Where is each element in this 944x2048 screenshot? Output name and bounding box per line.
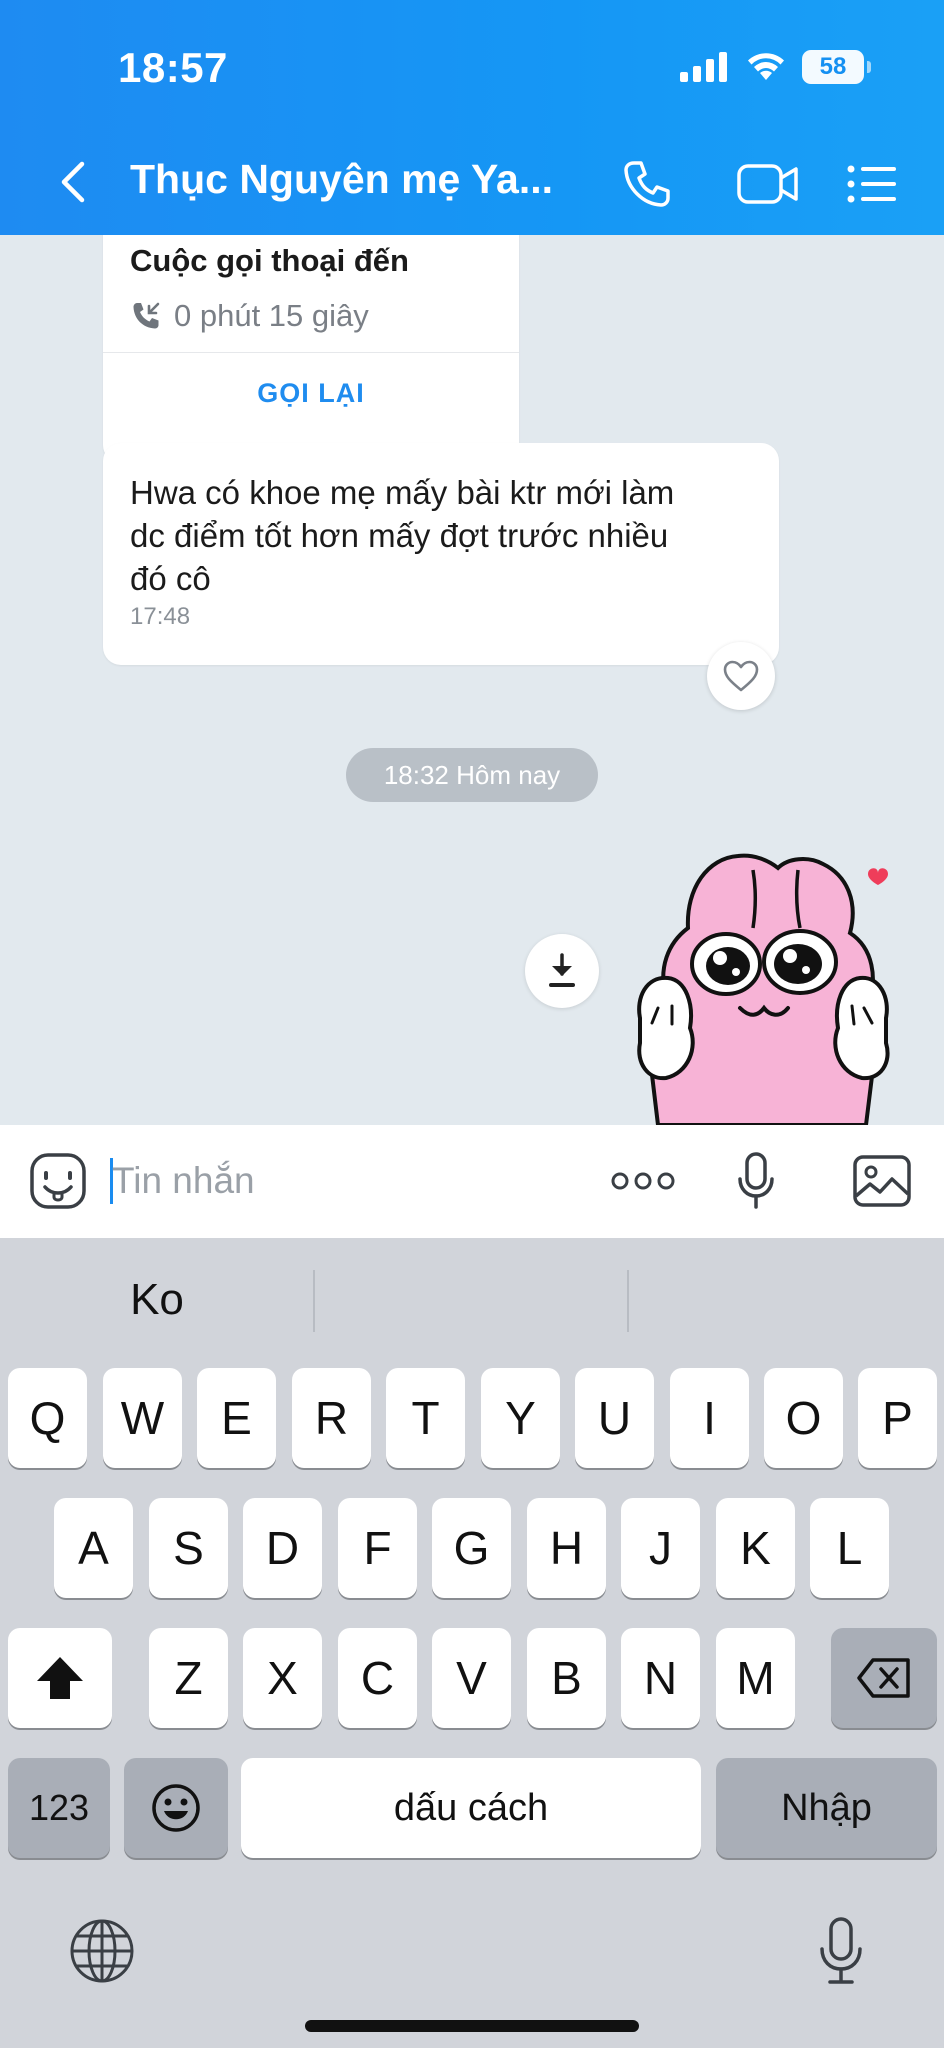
key-w[interactable]: W [103, 1368, 182, 1468]
key-g[interactable]: G [432, 1498, 511, 1598]
back-chevron-icon [61, 161, 85, 203]
key-a[interactable]: A [54, 1498, 133, 1598]
suggestion-item[interactable] [315, 1268, 628, 1332]
chat-title[interactable]: Thục Nguyên mẹ Ya... [130, 156, 553, 203]
globe-button[interactable] [66, 1915, 138, 1987]
video-call-button[interactable] [726, 152, 810, 216]
message-text: Hwa có khoe mẹ mấy bài ktr mới làm dc đi… [130, 471, 750, 600]
status-icons: 58 [680, 50, 871, 84]
key-x[interactable]: X [243, 1628, 322, 1728]
backspace-key[interactable] [831, 1628, 937, 1728]
emoji-keyboard-key[interactable] [124, 1758, 228, 1858]
incoming-call-card: Cuộc gọi thoại đến 0 phút 15 giây GỌI LẠ… [103, 235, 519, 463]
key-z[interactable]: Z [149, 1628, 228, 1728]
call-duration: 0 phút 15 giây [174, 298, 369, 333]
message-input-bar [0, 1125, 944, 1238]
image-icon [853, 1155, 911, 1207]
shift-icon [37, 1657, 83, 1699]
dictation-button[interactable] [806, 1910, 876, 1992]
more-options-button[interactable] [608, 1149, 678, 1213]
message-line: Hwa có khoe mẹ mấy bài ktr mới làm [130, 474, 675, 511]
key-e[interactable]: E [197, 1368, 276, 1468]
chat-options-button[interactable] [840, 152, 904, 216]
key-r[interactable]: R [292, 1368, 371, 1468]
key-s[interactable]: S [149, 1498, 228, 1598]
chat-header: 18:57 58 Thục Nguyên mẹ Ya... [0, 0, 944, 235]
key-t[interactable]: T [386, 1368, 465, 1468]
suggestion-bar: Ko [0, 1238, 944, 1366]
microphone-icon [738, 1152, 774, 1209]
key-j[interactable]: J [621, 1498, 700, 1598]
key-d[interactable]: D [243, 1498, 322, 1598]
key-p[interactable]: P [858, 1368, 937, 1468]
chat-messages[interactable]: Cuộc gọi thoại đến 0 phút 15 giây GỌI LẠ… [0, 235, 944, 1125]
shift-key[interactable] [8, 1628, 112, 1728]
phone-icon [624, 161, 670, 207]
react-button[interactable] [707, 642, 775, 710]
voice-message-button[interactable] [724, 1149, 788, 1213]
download-sticker-button[interactable] [525, 934, 599, 1008]
message-line: đó cô [130, 560, 211, 597]
emoji-button[interactable] [26, 1149, 90, 1213]
heart-icon [723, 660, 759, 692]
key-o[interactable]: O [764, 1368, 843, 1468]
suggestion-item[interactable]: Ko [0, 1268, 314, 1332]
battery-indicator: 58 [802, 50, 871, 84]
globe-icon [70, 1919, 134, 1983]
message-bubble[interactable]: Hwa có khoe mẹ mấy bài ktr mới làm dc đi… [103, 443, 779, 665]
key-b[interactable]: B [527, 1628, 606, 1728]
emoji-icon [30, 1153, 86, 1209]
key-v[interactable]: V [432, 1628, 511, 1728]
key-q[interactable]: Q [8, 1368, 87, 1468]
key-u[interactable]: U [575, 1368, 654, 1468]
back-button[interactable] [48, 152, 96, 212]
date-separator: 18:32 Hôm nay [346, 748, 598, 802]
key-l[interactable]: L [810, 1498, 889, 1598]
key-c[interactable]: C [338, 1628, 417, 1728]
download-icon [549, 953, 575, 987]
space-key[interactable]: dấu cách [241, 1758, 701, 1858]
signal-icon [680, 52, 727, 82]
key-h[interactable]: H [527, 1498, 606, 1598]
more-dots-icon [611, 1172, 675, 1190]
key-y[interactable]: Y [481, 1368, 560, 1468]
numbers-key[interactable]: 123 [8, 1758, 110, 1858]
emoji-keyboard-icon [152, 1784, 200, 1832]
call-title: Cuộc gọi thoại đến [130, 243, 409, 278]
home-indicator[interactable] [305, 2020, 639, 2032]
incoming-call-icon [133, 302, 160, 329]
wifi-icon [748, 53, 784, 80]
nav-row: Thục Nguyên mẹ Ya... [0, 140, 944, 224]
status-time: 18:57 [118, 44, 228, 91]
key-i[interactable]: I [670, 1368, 749, 1468]
message-line: dc điểm tốt hơn mấy đợt trước nhiều [130, 517, 669, 554]
message-time: 17:48 [130, 603, 191, 630]
dictation-icon [820, 1917, 862, 1984]
key-f[interactable]: F [338, 1498, 417, 1598]
bunny-sticker[interactable] [628, 848, 898, 1125]
video-camera-icon [737, 164, 798, 204]
keyboard: Ko Q W E R T Y U I O P A S D F G H J K L… [0, 1238, 944, 2048]
voice-call-button[interactable] [615, 152, 679, 216]
call-back-button[interactable]: GỌI LẠI [103, 353, 519, 433]
key-m[interactable]: M [716, 1628, 795, 1728]
image-picker-button[interactable] [850, 1149, 914, 1213]
backspace-icon [857, 1658, 910, 1698]
message-input[interactable] [112, 1147, 582, 1215]
key-n[interactable]: N [621, 1628, 700, 1728]
suggestion-item[interactable] [629, 1268, 944, 1332]
call-duration-row: 0 phút 15 giây [130, 298, 369, 334]
return-key[interactable]: Nhập [716, 1758, 937, 1858]
key-k[interactable]: K [716, 1498, 795, 1598]
menu-list-icon [847, 165, 896, 203]
